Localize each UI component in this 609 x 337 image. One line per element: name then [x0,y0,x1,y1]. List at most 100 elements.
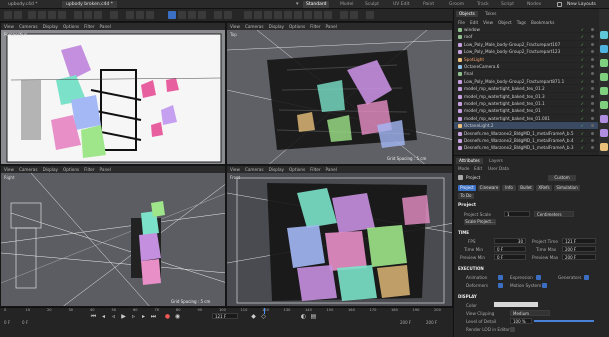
motion-system-checkbox[interactable] [542,283,547,288]
scale-icon[interactable] [48,11,56,19]
menu-display[interactable]: Display [43,167,58,172]
menu-panel[interactable]: Panel [100,24,111,29]
layout-icon[interactable] [557,2,562,7]
move-icon[interactable] [38,11,46,19]
viewport-perspective[interactable]: View Cameras Display Options Filter Panel Per… [0,22,226,165]
visibility-dot-icon[interactable] [591,116,594,120]
menu-cameras[interactable]: Cameras [245,167,264,172]
visibility-dot-icon[interactable] [591,65,594,68]
mograph-icon[interactable] [600,73,608,81]
menu-user-data[interactable]: User Data [488,166,509,171]
menu-display[interactable]: Display [43,24,58,29]
render-lod-checkbox[interactable] [510,327,515,332]
subtab-info[interactable]: Info [502,185,516,191]
menu-filter[interactable]: Filter [310,24,320,29]
polygons-mode-icon[interactable] [198,11,206,19]
visibility-dot-icon[interactable] [591,124,594,128]
workplane-icon[interactable] [224,11,232,19]
coord-system-icon[interactable] [110,11,118,19]
menu-options[interactable]: Options [289,24,305,29]
key-icon[interactable]: ◆ [250,313,257,320]
object-row[interactable]: Low_Poly_Male_body-Group2_Fracturepart87… [454,78,598,86]
visibility-dot-icon[interactable] [591,146,594,150]
cloner-icon[interactable] [274,11,282,19]
visibility-dot-icon[interactable] [591,72,594,76]
menu-options[interactable]: Options [63,167,79,172]
render-icon[interactable] [136,11,144,19]
generators-checkbox[interactable] [584,275,589,280]
time-max-input[interactable]: 200 F [562,246,596,252]
layout-tab-sculpt[interactable]: Sculpt [362,1,382,8]
subtab-todo[interactable]: To Do [458,193,474,199]
tab-layers[interactable]: Layers [486,158,506,164]
visibility-dot-icon[interactable] [591,57,594,61]
play-icon[interactable]: ▶ [120,313,127,320]
subtab-project[interactable]: Project [458,185,476,191]
prev-key-icon[interactable]: ◂ [100,313,107,320]
object-row[interactable]: model_mp_watertight_baked_tex_01.1 ✓ [454,100,598,108]
menu-view[interactable]: View [483,20,493,25]
menu-filter[interactable]: Filter [310,167,320,172]
light-icon[interactable] [600,143,608,151]
view-clipping-dropdown[interactable]: Medium [510,310,550,316]
floor-icon[interactable] [304,11,312,19]
dropdown-icon[interactable]: ▾ [296,1,299,7]
enabled-check-icon[interactable]: ✓ [581,56,584,62]
record-icon[interactable]: ● [164,313,171,320]
menu-edit[interactable]: Edit [474,166,482,171]
menu-object[interactable]: Object [498,20,512,25]
layout-tab-standard[interactable]: Standard [303,1,330,8]
enabled-check-icon[interactable]: ✓ [581,70,584,76]
time-min-input[interactable]: 0 F [494,246,526,252]
deformer-icon[interactable] [284,11,292,19]
light-icon[interactable] [324,11,332,19]
menu-mode[interactable]: Mode [458,166,469,171]
menu-file[interactable]: File [458,20,465,25]
enabled-check-icon[interactable]: ✓ [581,78,584,84]
object-row[interactable]: final ✓ [454,70,598,78]
model-mode-icon[interactable] [168,11,176,19]
subtab-simulation[interactable]: Simulation [554,185,580,191]
menu-view[interactable]: View [4,24,14,29]
axis-y-icon[interactable] [84,11,92,19]
current-frame-input[interactable]: 121 F [212,313,238,319]
object-row[interactable]: model_mp_watertight_baked_tex_01.2 ✓ [454,85,598,93]
tag-icon[interactable] [340,11,348,19]
enabled-check-icon[interactable]: ✓ [581,85,584,91]
new-layouts-button[interactable]: New Layouts [564,1,599,8]
render-view-icon[interactable] [126,11,134,19]
object-row[interactable]: OctaneLight.2 ✓ [454,122,598,130]
level-of-detail-input[interactable]: 100 % [510,318,532,324]
viewport-right[interactable]: View Cameras Display Options Filter Panel Rig… [0,165,226,307]
cube-icon[interactable] [600,45,608,53]
menu-cameras[interactable]: Cameras [245,24,264,29]
visibility-dot-icon[interactable] [591,28,594,31]
visibility-dot-icon[interactable] [591,50,594,54]
menu-display[interactable]: Display [269,24,284,29]
visibility-dot-icon[interactable] [591,42,594,46]
layout-tab-uvedit[interactable]: UV Edit [390,1,413,8]
layout-tab-paint[interactable]: Paint [420,1,437,8]
generator-icon[interactable] [600,59,608,67]
cube-icon[interactable] [244,11,252,19]
camera-icon[interactable] [314,11,322,19]
object-row[interactable]: Low_Poly_Male_body-Group2_Fracturepart10… [454,41,598,49]
enabled-check-icon[interactable]: ✓ [581,26,584,32]
visibility-dot-icon[interactable] [591,109,594,113]
points-mode-icon[interactable] [178,11,186,19]
object-row[interactable]: model_mp_watertight_baked_tex_01 ✓ [454,107,598,115]
auto-key-icon[interactable]: ◉ [174,313,181,320]
menu-options[interactable]: Options [289,167,305,172]
field-icon[interactable] [600,129,608,137]
enabled-check-icon[interactable]: ✓ [581,63,584,69]
fps-input[interactable]: 30 [494,238,526,244]
axis-x-icon[interactable] [74,11,82,19]
go-to-start-icon[interactable]: ⏮ [90,313,97,320]
snap-icon[interactable] [214,11,222,19]
menu-panel[interactable]: Panel [326,167,337,172]
project-scale-input[interactable]: 1 [504,211,530,217]
animation-checkbox[interactable] [498,275,503,280]
enabled-check-icon[interactable]: ✓ [581,100,584,106]
tab-takes[interactable]: Takes [482,11,499,17]
menu-tags[interactable]: Tags [517,20,526,25]
